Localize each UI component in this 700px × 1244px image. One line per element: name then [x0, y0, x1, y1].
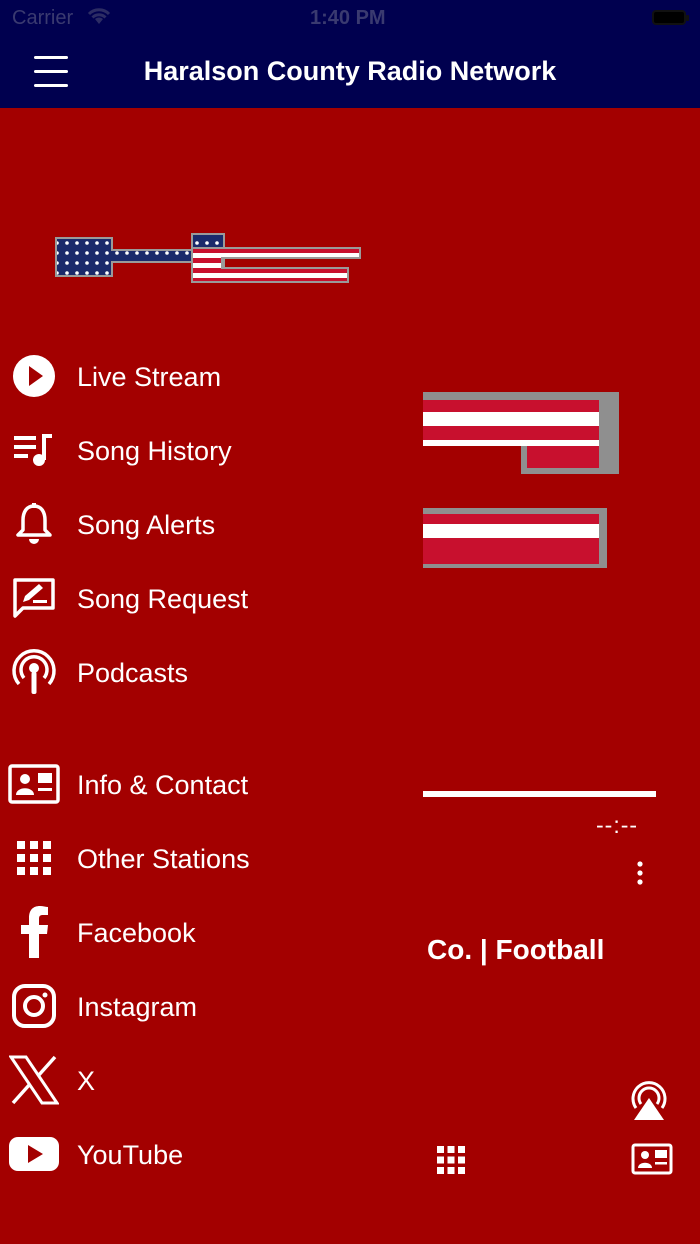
album-art	[423, 390, 633, 575]
contact-card-icon[interactable]	[631, 1143, 673, 1175]
facebook-icon	[8, 906, 60, 958]
menu-item-live-stream[interactable]: Live Stream	[0, 346, 400, 406]
menu-item-label: Song Alerts	[77, 510, 216, 540]
menu-item-label: Podcasts	[77, 658, 189, 688]
more-options-icon[interactable]	[630, 860, 650, 886]
youtube-icon	[8, 1132, 60, 1176]
menu-item-info-contact[interactable]: Info & Contact	[0, 754, 400, 814]
bell-icon	[8, 502, 60, 546]
menu-item-x[interactable]: X	[0, 1050, 400, 1110]
podcast-icon	[8, 649, 60, 694]
station-logo	[52, 228, 364, 284]
menu-item-other-stations[interactable]: Other Stations	[0, 828, 400, 888]
menu-item-song-history[interactable]: Song History	[0, 420, 400, 480]
menu-item-label: Instagram	[77, 992, 198, 1022]
menu-item-youtube[interactable]: YouTube	[0, 1124, 400, 1184]
play-circle-icon	[8, 354, 60, 398]
menu-item-label: Facebook	[77, 918, 196, 948]
menu-item-song-request[interactable]: Song Request	[0, 568, 400, 628]
navigation-bar: Haralson County Radio Network	[0, 36, 700, 108]
status-bar: Carrier 1:40 PM	[0, 0, 700, 36]
menu-item-label: Info & Contact	[77, 770, 249, 800]
contact-card-icon	[8, 762, 60, 806]
instagram-icon	[8, 984, 60, 1028]
menu-item-label: Live Stream	[77, 362, 222, 392]
now-playing-title: Co. | Football	[427, 934, 605, 965]
playback-time: --:--	[596, 812, 639, 838]
menu-item-label: Other Stations	[77, 844, 250, 874]
wifi-icon	[86, 6, 112, 32]
battery-icon	[652, 10, 689, 25]
menu-item-label: Song Request	[77, 584, 249, 614]
carrier-label: Carrier	[12, 7, 74, 29]
menu-item-label: YouTube	[77, 1140, 184, 1170]
menu-item-facebook[interactable]: Facebook	[0, 902, 400, 962]
menu-item-label: Song History	[77, 436, 232, 466]
airplay-icon[interactable]	[626, 1078, 672, 1122]
stations-grid-icon[interactable]	[436, 1145, 466, 1175]
menu-item-instagram[interactable]: Instagram	[0, 976, 400, 1036]
grid-icon	[8, 836, 60, 880]
x-icon	[8, 1055, 60, 1105]
menu-item-label: X	[77, 1066, 96, 1096]
menu-item-podcasts[interactable]: Podcasts	[0, 642, 400, 702]
song-history-icon	[8, 428, 60, 472]
progress-bar[interactable]	[423, 791, 656, 797]
menu-item-song-alerts[interactable]: Song Alerts	[0, 494, 400, 554]
request-edit-icon	[8, 576, 60, 620]
page-title: Haralson County Radio Network	[143, 56, 557, 86]
clock: 1:40 PM	[310, 7, 386, 29]
